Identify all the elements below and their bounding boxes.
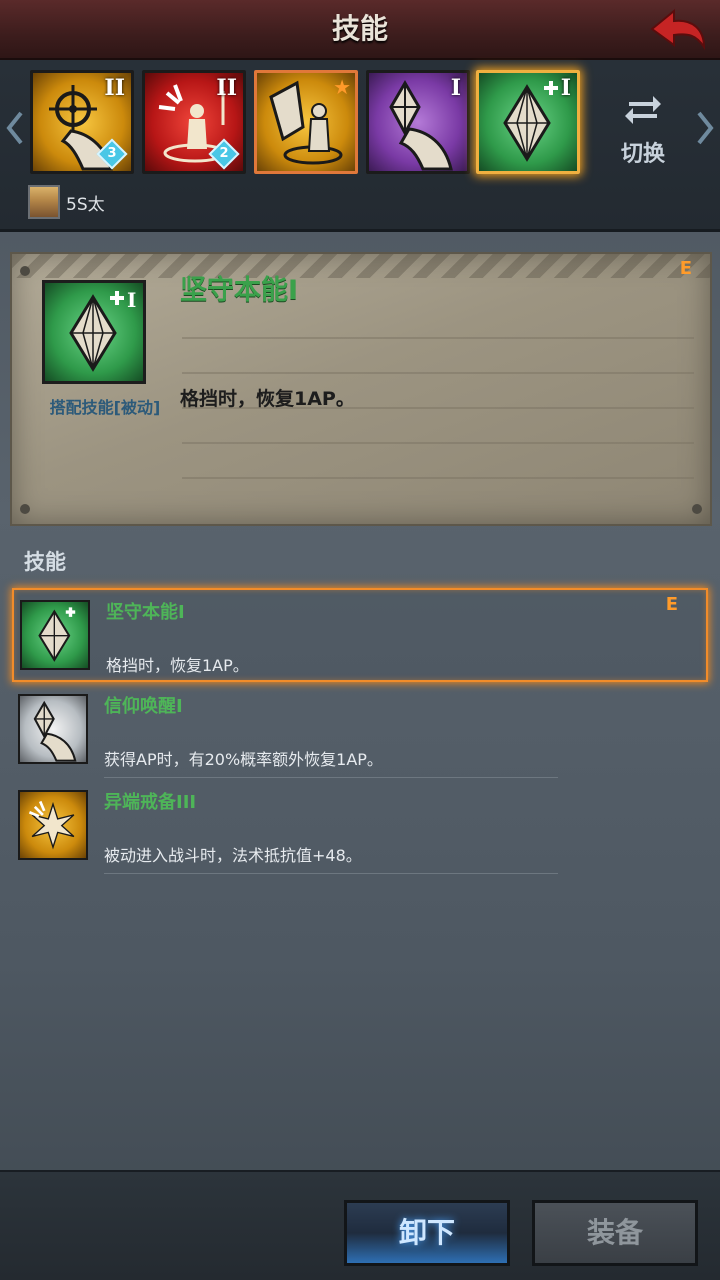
skill-slot-3[interactable]: ★ — [254, 70, 358, 174]
switch-label: 切换 — [620, 142, 665, 167]
footer-bar: 卸下 装备 — [0, 1170, 720, 1280]
list-skill-icon — [18, 790, 88, 860]
skill-slot-2[interactable]: II 2 — [142, 70, 246, 174]
skill-slot-1[interactable]: II 3 — [30, 70, 134, 174]
skill-title: 坚守本能I — [180, 275, 299, 306]
list-skill-icon — [20, 600, 90, 670]
rivet-icon — [20, 266, 30, 276]
skill-owner: 5S太 — [28, 184, 105, 220]
skill-list-item[interactable]: 坚守本能I 格挡时，恢复1AP。 E — [12, 588, 708, 682]
chevron-right-icon — [697, 111, 714, 145]
skill-slot-4[interactable]: I — [366, 70, 470, 174]
skill-list-item[interactable]: 信仰唤醒I 获得AP时，有20%概率额外恢复1AP。 — [12, 684, 708, 778]
equip-button[interactable]: 装备 — [532, 1200, 698, 1266]
divider — [104, 873, 558, 874]
list-skill-icon — [18, 694, 88, 764]
page-title: 技能 — [331, 12, 388, 45]
list-skill-desc: 获得AP时，有20%概率额外恢复1AP。 — [104, 750, 383, 769]
unequip-button[interactable]: 卸下 — [344, 1200, 510, 1266]
strip-next-button[interactable] — [694, 108, 716, 148]
equipped-skill-strip: II 3 II 2 ★ I I 切换 5S太 — [0, 60, 720, 232]
skill-slot-5[interactable]: I — [476, 70, 580, 174]
card-border-pattern — [12, 254, 710, 278]
owner-name: 5S太 — [66, 194, 105, 215]
skill-description: 格挡时，恢复1AP。 — [180, 388, 355, 410]
slot-level: II — [216, 75, 237, 101]
skill-type-label: 搭配技能[被动] — [49, 398, 161, 417]
switch-button[interactable]: 切换 — [608, 88, 678, 168]
avatar — [28, 185, 60, 219]
back-button[interactable] — [646, 4, 710, 54]
chevron-left-icon — [6, 111, 23, 145]
divider — [104, 777, 558, 778]
slot-level: I — [450, 75, 461, 101]
crystal-plus-icon — [38, 607, 76, 662]
swap-arrows-icon — [625, 96, 661, 124]
list-skill-name: 信仰唤醒I — [104, 696, 183, 717]
crystal-hand-icon — [33, 700, 77, 762]
slot-level: I — [560, 75, 571, 101]
crystal-plus-icon: I — [69, 288, 136, 372]
skill-detail-card: I 搭配技能[被动] 坚守本能I E 格挡时，恢复1AP。 — [10, 252, 712, 526]
list-skill-grade: E — [665, 594, 678, 615]
skill-list-heading: 技能 — [24, 550, 66, 574]
detail-skill-icon: I — [42, 280, 146, 384]
list-skill-desc: 被动进入战斗时，法术抵抗值+48。 — [104, 846, 362, 865]
star-icon: ★ — [333, 75, 351, 99]
skill-list-item[interactable]: 异端戒备III 被动进入战斗时，法术抵抗值+48。 — [12, 780, 708, 874]
strip-prev-button[interactable] — [4, 108, 26, 148]
header-bar: 技能 — [0, 0, 720, 60]
burst-icon — [28, 800, 75, 850]
list-skill-name: 坚守本能I — [106, 602, 185, 623]
rivet-icon — [692, 504, 702, 514]
list-skill-desc: 格挡时，恢复1AP。 — [106, 656, 249, 675]
slot-level: II — [104, 75, 125, 101]
skill-grade: E — [679, 258, 692, 279]
back-arrow-icon — [650, 8, 706, 51]
list-skill-name: 异端戒备III — [104, 792, 197, 813]
rivet-icon — [20, 504, 30, 514]
skill-screen: 技能 II 3 II 2 ★ I I 切换 5S太 I 搭配技能[被动] 坚守本… — [0, 0, 720, 1280]
svg-text:I: I — [127, 288, 136, 312]
